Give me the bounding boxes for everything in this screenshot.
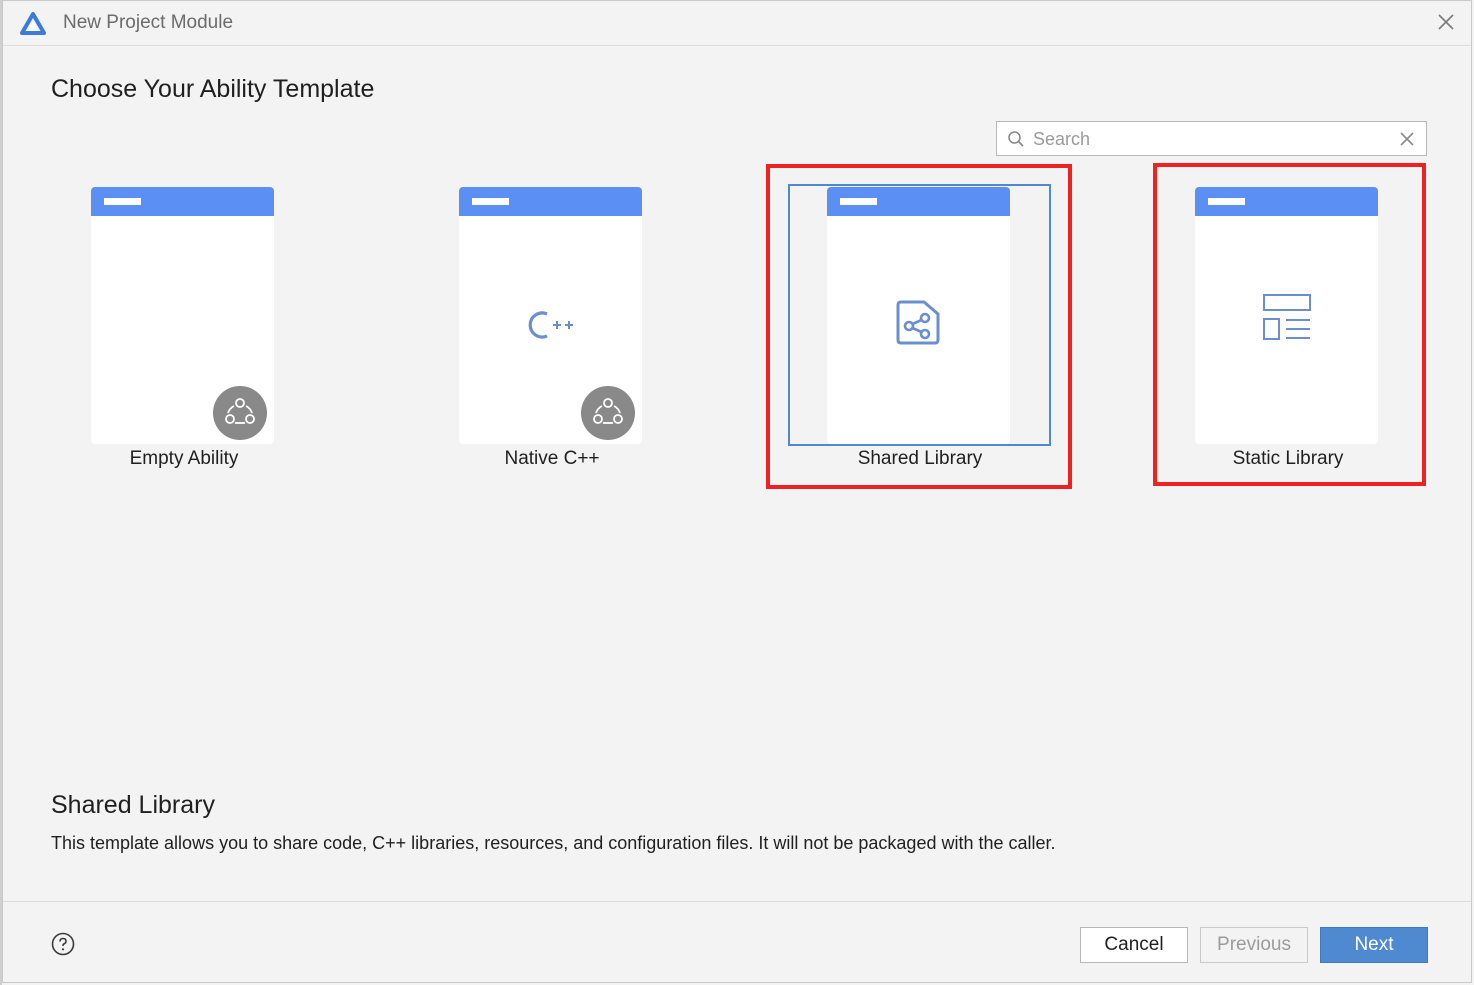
- template-preview: [1195, 187, 1378, 444]
- close-icon[interactable]: [1435, 11, 1457, 33]
- app-logo-icon: [20, 12, 46, 35]
- preview-title-bar: [104, 198, 141, 205]
- preview-title-bar: [1208, 198, 1245, 205]
- template-preview: [91, 187, 274, 444]
- shared-library-icon: [896, 300, 940, 345]
- template-preview: [827, 187, 1010, 444]
- template-label: Empty Ability: [129, 448, 239, 469]
- search-input[interactable]: [1031, 126, 1385, 153]
- preview-title-bar: [472, 198, 509, 205]
- footer-divider: [3, 901, 1471, 902]
- clear-search-icon[interactable]: [1399, 131, 1415, 147]
- search-icon: [1008, 131, 1024, 147]
- atomic-service-badge-icon: [213, 386, 267, 440]
- template-card-native-cpp[interactable]: Native C++: [420, 185, 684, 485]
- template-card-shared-library[interactable]: Shared Library: [788, 184, 1052, 485]
- description-text: This template allows you to share code, …: [51, 833, 1056, 853]
- template-card-static-library[interactable]: Static Library: [1156, 185, 1420, 485]
- search-field[interactable]: [996, 121, 1427, 156]
- window-title: New Project Module: [63, 12, 234, 33]
- template-card-empty-ability[interactable]: Empty Ability: [52, 185, 316, 485]
- template-preview: [459, 187, 642, 444]
- preview-title-bar: [840, 198, 877, 205]
- page-title: Choose Your Ability Template: [51, 75, 375, 103]
- next-button[interactable]: Next: [1320, 927, 1428, 963]
- title-bar: New Project Module: [3, 1, 1471, 46]
- template-label: Static Library: [1232, 448, 1344, 469]
- static-library-icon: [1263, 294, 1311, 340]
- cancel-button[interactable]: Cancel: [1080, 927, 1188, 963]
- description-title: Shared Library: [51, 791, 215, 819]
- new-project-module-dialog: New Project Module Choose Your Ability T…: [2, 0, 1472, 983]
- cpp-icon: [528, 311, 573, 339]
- template-label: Shared Library: [857, 448, 983, 469]
- atomic-service-badge-icon: [581, 386, 635, 440]
- previous-button[interactable]: Previous: [1200, 927, 1308, 963]
- help-icon[interactable]: [51, 932, 75, 956]
- template-label: Native C++: [504, 448, 600, 469]
